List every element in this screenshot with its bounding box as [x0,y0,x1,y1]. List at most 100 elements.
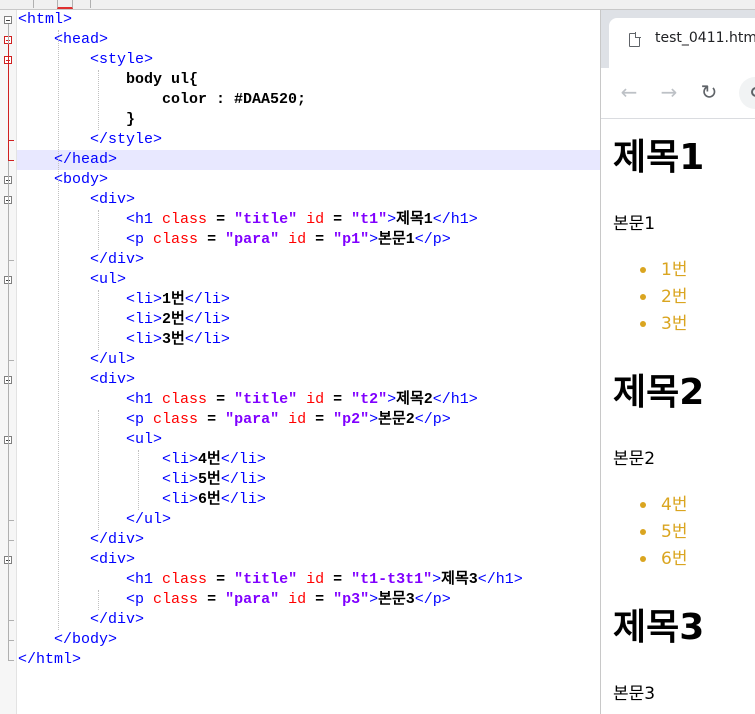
code-line[interactable]: <div> [18,550,135,570]
code-token: class [153,411,199,428]
paragraph-1: 본문1 [613,214,656,234]
code-line[interactable]: <head> [18,30,108,50]
code-line[interactable]: </html> [18,650,81,670]
code-line[interactable]: <body> [18,170,108,190]
code-token: "para" [225,231,280,248]
fold-end-marker [8,160,14,161]
code-token: = [198,411,226,428]
code-token: id [288,591,307,608]
heading-3: 제목3 [613,607,705,648]
code-line[interactable]: </div> [18,610,144,630]
code-line[interactable]: <div> [18,370,135,390]
code-line[interactable]: <ul> [18,430,162,450]
back-arrow-icon[interactable]: ← [617,80,641,104]
code-token: "t2" [351,391,388,408]
code-line[interactable]: <p class = "para" id = "p2">본문2</p> [18,410,451,430]
list-item: 5번 [640,521,687,543]
site-info-icon[interactable] [751,87,755,97]
code-line[interactable]: <h1 class = "title" id = "t1-t3t1">제목3</… [18,570,523,590]
code-token: class [162,571,208,588]
code-line[interactable]: <li>4번</li> [18,450,266,470]
code-line[interactable]: </div> [18,530,144,550]
fold-toggle-icon[interactable] [4,16,12,24]
code-line[interactable]: <p class = "para" id = "p3">본문3</p> [18,590,451,610]
bullet [640,556,646,562]
code-line[interactable]: <style> [18,50,153,70]
code-token: </div> [90,531,145,548]
forward-arrow-icon[interactable]: → [657,80,681,104]
code-line[interactable]: </body> [18,630,117,650]
code-token: </li> [220,451,266,468]
list-item: 6번 [640,548,687,570]
code-token: id [306,571,325,588]
code-line[interactable]: <p class = "para" id = "p1">본문1</p> [18,230,451,250]
code-token: 본문3 [378,591,415,608]
fold-end-marker [8,540,14,541]
code-line[interactable]: color : #DAA520; [18,90,306,110]
code-token: <div> [90,371,136,388]
code-token: "title" [234,571,298,588]
code-line[interactable]: <li>3번</li> [18,330,230,350]
code-token: class [153,591,199,608]
code-line[interactable]: <ul> [18,270,126,290]
browser-window: test_0411.html ← → ↻ 제목1 본문1 1번 2번 3번 제목… [600,10,755,714]
code-token: "p3" [333,591,370,608]
code-token: = [324,211,352,228]
code-line[interactable]: </ul> [18,510,171,530]
code-line[interactable]: } [18,110,135,130]
code-line[interactable]: <html> [18,10,72,30]
code-line[interactable]: <h1 class = "title" id = "t1">제목1</h1> [18,210,478,230]
code-line[interactable]: <h1 class = "title" id = "t2">제목2</h1> [18,390,478,410]
code-token: </p> [414,411,451,428]
code-line[interactable]: <li>6번</li> [18,490,266,510]
bullet [640,502,646,508]
code-token: </li> [184,331,230,348]
code-line[interactable]: </div> [18,250,144,270]
browser-tab[interactable]: test_0411.html [609,18,755,68]
code-token: = [324,391,352,408]
address-bar[interactable] [739,77,755,109]
list-item: 1번 [640,259,687,281]
bullet [640,321,646,327]
reload-icon[interactable]: ↻ [697,80,721,104]
code-token: <style> [90,51,154,68]
code-line[interactable]: <div> [18,190,135,210]
code-line[interactable]: <li>1번</li> [18,290,230,310]
code-token: "t1" [351,211,388,228]
code-token: 1번 [162,291,185,308]
code-token: id [306,391,325,408]
code-token: </div> [90,251,145,268]
code-token: = [306,591,334,608]
code-token: 6번 [198,491,221,508]
fold-end-marker [8,520,14,521]
code-line[interactable]: body ul{ [18,70,198,90]
code-token: </p> [414,231,451,248]
heading-1: 제목1 [613,137,705,178]
code-token: class [162,211,208,228]
code-line[interactable]: </head> [18,150,117,170]
bullet [640,267,646,273]
fold-end-marker [8,660,14,661]
code-token: > [369,411,379,428]
code-token: <p [126,411,154,428]
code-line[interactable]: <li>2번</li> [18,310,230,330]
code-line[interactable]: </style> [18,130,162,150]
code-editor[interactable]: <html> <head> <style> body ul{ color : #… [0,10,600,714]
code-line[interactable]: <li>5번</li> [18,470,266,490]
active-tab-marker[interactable] [57,0,73,9]
code-token: <li> [126,291,163,308]
code-token: "title" [234,211,298,228]
code-token: "p2" [333,411,370,428]
code-line[interactable]: </ul> [18,350,135,370]
code-token: "title" [234,391,298,408]
code-token: } [126,111,136,128]
